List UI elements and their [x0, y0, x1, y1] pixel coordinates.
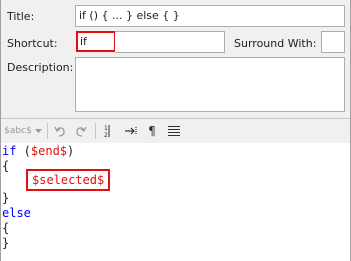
- line-numbers-icon: 12: [104, 125, 110, 138]
- surround-with-label: Surround With:: [234, 37, 317, 50]
- word-wrap-button[interactable]: [166, 122, 182, 140]
- shortcut-input-extent[interactable]: [115, 31, 225, 53]
- redo-icon: [76, 126, 87, 137]
- shortcut-label: Shortcut:: [7, 37, 58, 50]
- variable-dropdown-label: $abc$: [4, 126, 32, 136]
- title-label: Title:: [7, 10, 35, 23]
- toolbar-separator: [95, 123, 96, 139]
- selected-placeholder[interactable]: $selected$: [26, 169, 111, 191]
- code-line-7: }: [2, 236, 10, 250]
- surround-with-input[interactable]: [321, 31, 345, 53]
- end-placeholder: $end$: [30, 144, 68, 158]
- toolbar-separator: [47, 123, 48, 139]
- description-label: Description:: [7, 61, 74, 74]
- code-text: ): [67, 144, 75, 158]
- chevron-down-icon: [34, 128, 42, 133]
- keyword-if: if: [2, 144, 17, 158]
- code-text: (: [16, 144, 31, 158]
- keyword-else: else: [2, 206, 31, 220]
- code-line-1: if ($end$): [2, 143, 74, 159]
- show-tabs-button[interactable]: [122, 122, 140, 140]
- shortcut-input[interactable]: if: [76, 31, 116, 52]
- description-textarea[interactable]: [75, 57, 345, 112]
- show-whitespace-button[interactable]: ¶: [145, 122, 159, 140]
- undo-icon: [54, 126, 65, 137]
- undo-button[interactable]: [51, 122, 69, 140]
- code-line-4: }: [2, 191, 10, 205]
- redo-button[interactable]: [72, 122, 90, 140]
- svg-text:2: 2: [104, 132, 108, 138]
- editor-toolbar: $abc$ 12 ¶: [1, 118, 350, 144]
- word-wrap-icon: [168, 126, 180, 136]
- show-tabs-icon: [125, 127, 137, 135]
- pilcrow-icon: ¶: [148, 124, 156, 138]
- line-numbers-button[interactable]: 12: [100, 122, 116, 140]
- variable-dropdown[interactable]: $abc$: [3, 122, 43, 140]
- svg-text:1: 1: [104, 125, 108, 132]
- title-input[interactable]: if () { ... } else { }: [75, 5, 345, 27]
- code-line-5: else: [2, 205, 31, 221]
- code-line-6: {: [2, 221, 10, 235]
- code-line-2: {: [2, 159, 10, 173]
- code-editor[interactable]: if ($end$) { $selected$ } else { }: [1, 143, 350, 261]
